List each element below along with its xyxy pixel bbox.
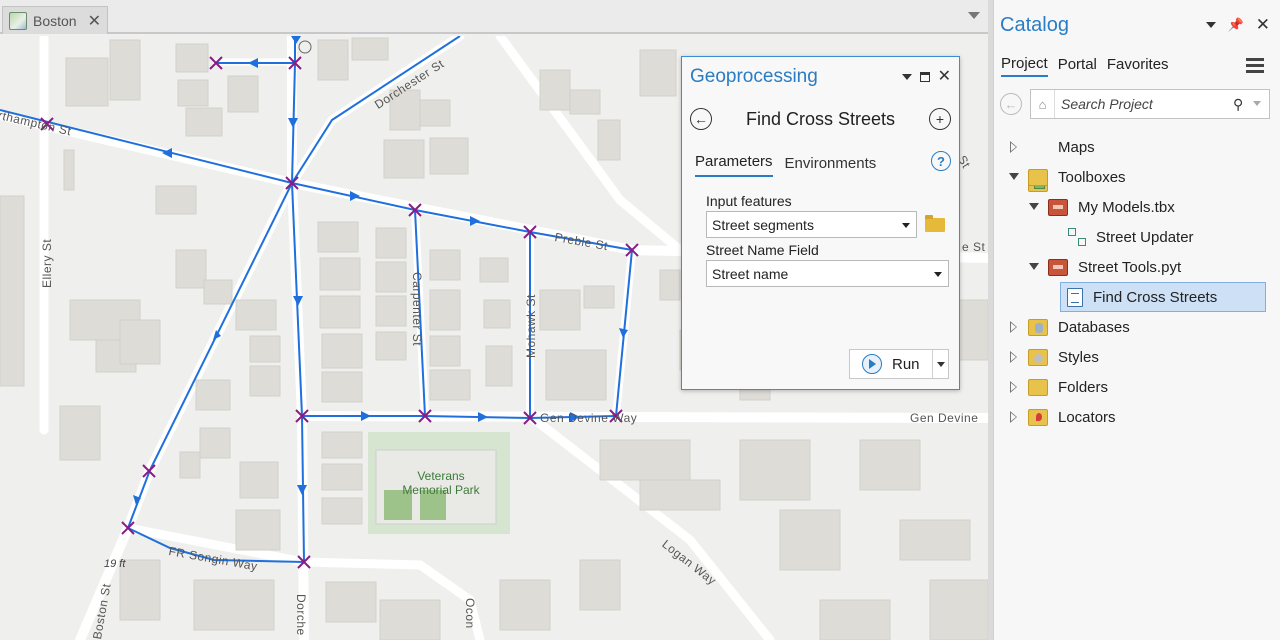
search-placeholder: Search Project <box>1061 96 1153 112</box>
street-name-field-label: Street Name Field <box>706 242 819 258</box>
street-label-mohawk: Mohawk St <box>524 294 538 358</box>
help-icon[interactable]: ? <box>931 151 951 171</box>
databases-folder-icon <box>1028 318 1048 336</box>
run-options-chevron-icon[interactable] <box>932 350 948 378</box>
model-icon <box>1068 228 1086 246</box>
street-label-ellery: Ellery St <box>40 238 54 288</box>
catalog-pane: Catalog 📌 ✕ Project Portal Favorites ← ⌂… <box>993 0 1280 640</box>
locators-folder-icon <box>1028 408 1048 426</box>
tree-item-label: Maps <box>1058 138 1095 156</box>
park-label: Veterans Memorial Park <box>402 469 480 497</box>
expand-icon[interactable] <box>1008 411 1020 423</box>
input-features-select[interactable]: Street segments <box>706 211 917 238</box>
catalog-tree: Maps Toolboxes My Models.tbx Street Upda… <box>994 126 1280 432</box>
tab-environments[interactable]: Environments <box>785 155 877 177</box>
elevation-label: 19 ft <box>104 558 126 570</box>
map-tab-bar: Boston ✕ <box>0 0 990 34</box>
styles-folder-icon <box>1028 348 1048 366</box>
tree-item-label: Databases <box>1058 318 1130 336</box>
chevron-down-icon <box>902 223 910 228</box>
tree-item-label: Styles <box>1058 348 1099 366</box>
tree-item-toolboxes[interactable]: Toolboxes <box>994 162 1280 192</box>
tab-favorites[interactable]: Favorites <box>1107 56 1169 76</box>
close-icon[interactable]: ✕ <box>88 11 101 31</box>
tree-item-label: Toolboxes <box>1058 168 1126 186</box>
menu-icon[interactable] <box>1246 58 1264 76</box>
input-features-value: Street segments <box>712 216 814 233</box>
catalog-titlebar[interactable]: Catalog 📌 ✕ <box>994 0 1280 50</box>
tab-portal[interactable]: Portal <box>1058 56 1097 76</box>
tree-item-label: Street Updater <box>1096 228 1194 246</box>
run-button[interactable]: Run <box>849 349 949 379</box>
tree-item-maps[interactable]: Maps <box>994 132 1280 192</box>
tab-parameters[interactable]: Parameters <box>695 153 773 177</box>
map-tab-boston[interactable]: Boston ✕ <box>2 6 108 34</box>
tree-item-label: Find Cross Streets <box>1093 288 1218 306</box>
tree-item-label: Locators <box>1058 408 1116 426</box>
maximize-icon[interactable] <box>919 72 930 82</box>
play-icon <box>862 354 882 374</box>
chevron-down-icon[interactable] <box>1251 99 1265 109</box>
expand-icon[interactable] <box>1008 381 1020 393</box>
pane-options-chevron-icon[interactable] <box>901 74 912 80</box>
tree-item-street-updater[interactable]: Street Updater <box>994 222 1280 252</box>
python-toolbox-icon <box>1048 258 1068 276</box>
search-icon[interactable]: ⚲ <box>1233 96 1251 113</box>
tab-overflow-chevron-icon[interactable] <box>968 12 980 19</box>
folders-folder-icon <box>1028 378 1048 396</box>
back-arrow-icon[interactable]: ← <box>690 108 712 130</box>
catalog-title: Catalog <box>1000 13 1069 36</box>
tree-item-styles[interactable]: Styles <box>994 342 1280 372</box>
script-tool-icon <box>1067 287 1083 307</box>
map-icon <box>9 11 27 30</box>
tool-name: Find Cross Streets <box>745 108 896 129</box>
close-icon[interactable]: ✕ <box>938 69 951 85</box>
street-label-preble-east: e St <box>962 240 986 254</box>
expand-icon[interactable] <box>1008 321 1020 333</box>
street-label-dorchester-south: Dorche <box>294 594 308 636</box>
tree-item-databases[interactable]: Databases <box>994 312 1280 342</box>
street-name-field-value: Street name <box>712 265 789 282</box>
back-arrow-icon[interactable]: ← <box>1000 93 1022 115</box>
street-label-gen-devine: Gen Devine Way <box>540 411 638 425</box>
tree-item-find-cross-streets[interactable]: Find Cross Streets <box>1060 282 1266 312</box>
pin-icon[interactable]: 📌 <box>1228 17 1244 33</box>
tree-item-label: My Models.tbx <box>1078 198 1175 216</box>
chevron-down-icon <box>934 272 942 277</box>
home-icon: ⌂ <box>1031 90 1055 118</box>
tree-item-label: Folders <box>1058 378 1109 396</box>
toolbox-icon <box>1048 198 1068 216</box>
pane-options-chevron-icon[interactable] <box>1205 22 1216 28</box>
collapse-icon[interactable] <box>1008 171 1020 183</box>
run-label: Run <box>892 355 920 373</box>
close-icon[interactable]: ✕ <box>1256 15 1270 35</box>
tree-item-locators[interactable]: Locators <box>994 402 1280 432</box>
street-name-field-select[interactable]: Street name <box>706 260 949 287</box>
collapse-icon[interactable] <box>1028 201 1040 213</box>
street-label-gen-devine-east: Gen Devine <box>910 411 979 425</box>
input-features-label: Input features <box>706 193 792 209</box>
geoprocessing-titlebar[interactable]: Geoprocessing ✕ <box>682 57 959 97</box>
street-label-carpenter: Carpenter St <box>410 272 424 347</box>
add-plus-icon[interactable]: + <box>929 108 951 130</box>
tree-item-folders[interactable]: Folders <box>994 372 1280 402</box>
geoprocessing-title: Geoprocessing <box>690 66 818 87</box>
geoprocessing-pane: Geoprocessing ✕ ← Find Cross Streets + P… <box>681 56 960 390</box>
search-input[interactable]: ⌂ Search Project ⚲ <box>1030 89 1270 119</box>
tree-item-street-tools[interactable]: Street Tools.pyt <box>994 252 1280 282</box>
browse-folder-icon[interactable] <box>925 214 945 232</box>
tree-item-label: Street Tools.pyt <box>1078 258 1182 276</box>
tree-item-my-models[interactable]: My Models.tbx <box>994 192 1280 222</box>
toolboxes-folder-icon <box>1028 168 1048 186</box>
collapse-icon[interactable] <box>1028 261 1040 273</box>
expand-icon[interactable] <box>1008 141 1020 153</box>
street-label-oconnor: Ocon <box>463 598 477 629</box>
expand-icon[interactable] <box>1008 351 1020 363</box>
tab-project[interactable]: Project <box>1001 55 1048 77</box>
map-tab-label: Boston <box>33 12 77 29</box>
